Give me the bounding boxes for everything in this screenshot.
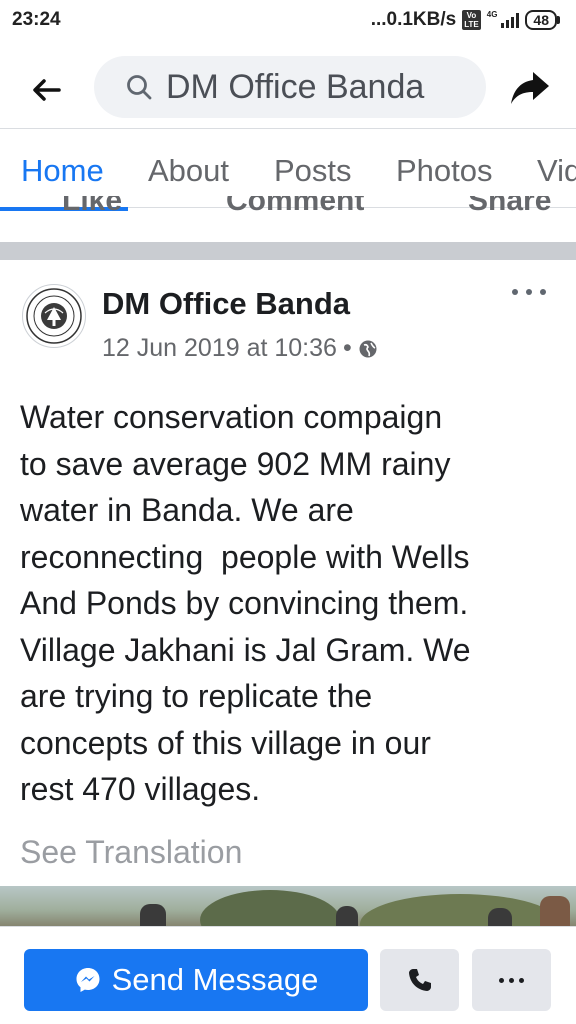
- back-button[interactable]: [26, 70, 66, 110]
- battery-level: 48: [525, 10, 557, 30]
- post-body: Water conservation compaign to save aver…: [20, 399, 471, 807]
- send-message-button[interactable]: Send Message: [24, 949, 368, 1011]
- page-avatar[interactable]: [22, 284, 86, 348]
- post-photo[interactable]: [0, 886, 576, 930]
- post-timestamp[interactable]: 12 Jun 2019 at 10:36: [102, 334, 337, 363]
- government-seal-icon: [26, 288, 82, 344]
- comment-button[interactable]: Comment: [226, 196, 364, 218]
- post-card: DM Office Banda 12 Jun 2019 at 10:36 • W…: [0, 260, 576, 900]
- tab-videos[interactable]: Vid: [537, 153, 576, 189]
- network-type: 4G: [486, 9, 498, 19]
- volte-icon: Vo LTE: [462, 10, 481, 30]
- status-bar: 23:24 ...0.1KB/s Vo LTE 4G 48: [0, 0, 576, 40]
- see-translation-link[interactable]: See Translation: [20, 834, 242, 871]
- post-meta: 12 Jun 2019 at 10:36 •: [102, 334, 378, 363]
- signal-icon: [501, 12, 520, 28]
- meta-separator: •: [342, 334, 352, 362]
- globe-icon: [359, 340, 377, 357]
- more-actions-button[interactable]: [472, 949, 551, 1011]
- search-input[interactable]: DM Office Banda: [94, 56, 486, 118]
- battery-icon: 48: [525, 10, 560, 30]
- call-button[interactable]: [380, 949, 459, 1011]
- share-button[interactable]: [506, 66, 554, 110]
- network-speed: ...0.1KB/s: [370, 9, 457, 30]
- like-button[interactable]: Like: [62, 196, 122, 218]
- send-message-label: Send Message: [111, 962, 319, 997]
- share-post-button[interactable]: Share: [468, 196, 551, 218]
- previous-post-actions: Like Comment Share: [0, 196, 576, 218]
- phone-icon: [408, 969, 431, 991]
- tab-photos[interactable]: Photos: [396, 153, 493, 189]
- share-icon: [511, 72, 549, 104]
- search-query: DM Office Banda: [166, 67, 425, 106]
- tab-posts[interactable]: Posts: [274, 153, 352, 189]
- status-time: 23:24: [12, 9, 61, 30]
- messenger-icon: [76, 968, 100, 992]
- search-icon: [127, 75, 152, 100]
- post-options-button[interactable]: [512, 282, 546, 302]
- tab-home[interactable]: Home: [21, 153, 104, 189]
- tab-about[interactable]: About: [148, 153, 229, 189]
- page-action-bar: Send Message: [0, 926, 576, 1024]
- status-indicators: ...0.1KB/s Vo LTE 4G 48: [371, 9, 560, 31]
- arrow-left-icon: [33, 79, 61, 101]
- post-author[interactable]: DM Office Banda: [102, 286, 350, 322]
- feed-separator: [0, 242, 576, 260]
- search-header: DM Office Banda: [0, 48, 576, 128]
- ellipsis-icon: [499, 977, 504, 983]
